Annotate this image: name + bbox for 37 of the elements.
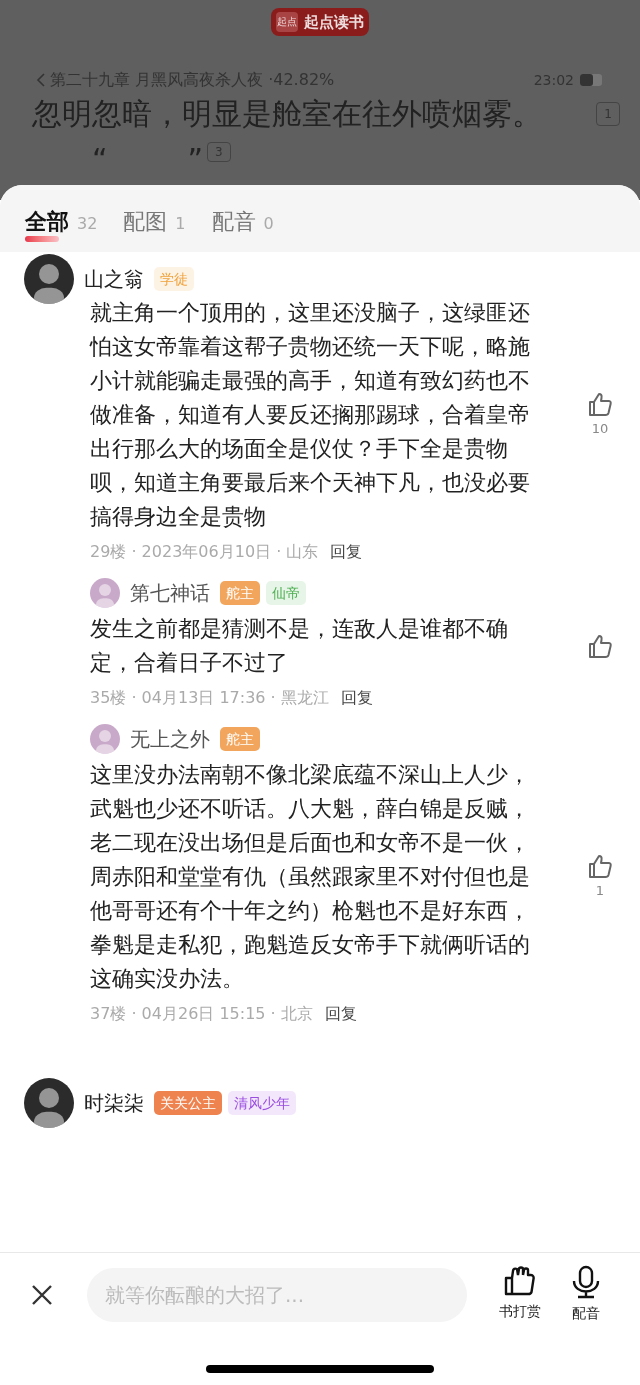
logo-text: 起点读书: [304, 11, 364, 33]
reply-link[interactable]: 回复: [330, 540, 363, 564]
comment-text: 发生之前都是猜测不是，连敌人是谁都不确定，合着日子不过了: [90, 615, 509, 677]
quote-mark: “: [92, 142, 108, 168]
reply-link[interactable]: 回复: [324, 1002, 357, 1026]
comment-tab[interactable]: 配音 0: [211, 205, 274, 252]
user-badge: 舵主: [220, 581, 260, 605]
user-name[interactable]: 无上之外: [130, 724, 210, 754]
user-name[interactable]: 时柒柒: [84, 1088, 144, 1118]
logo-mark: 起点: [276, 12, 298, 32]
comment-meta: 29楼 · 2023年06月10日 · 山东: [90, 541, 319, 563]
toolbar-action[interactable]: 配音: [571, 1265, 601, 1324]
comment-meta: 37楼 · 04月26日 15:15 · 北京: [90, 1003, 313, 1025]
comment-text: 这里没办法南朝不像北梁底蕴不深山上人少，武魁也少还不听话。八大魁，薛白锦是反贼，老二现在没出场但是后面也和女帝不是一伙，周赤阳和堂堂有仇（虽然跟家里不对付但也是他哥哥还有个十年之约）枪魁也不是好东西，拳魁是走私犯，跑魁造反女帝手下就俩听话的这确实没办法。: [90, 761, 531, 993]
user-badge: 舵主: [220, 727, 260, 751]
user-badge: 学徒: [154, 267, 194, 291]
comment-tab[interactable]: 全部 32: [25, 205, 98, 252]
user-badge: 仙帝: [266, 581, 306, 605]
user-badge: 清风少年: [228, 1091, 296, 1115]
toolbar-action[interactable]: 书打赏: [499, 1265, 541, 1324]
reply-link[interactable]: 回复: [340, 686, 373, 710]
avatar[interactable]: [24, 254, 74, 304]
book-text-line: 忽明忽暗，明显是舱室在往外喷烟雾。: [32, 96, 542, 132]
comment-text: 就主角一个顶用的，这里还没脑子，这绿匪还怕这女帝靠着这帮子贵物还统一天下呢，略施小计就能骗走最强的高手，知道有致幻药也不做准备，知道有人要反还搁那踢球，合着皇帝出行那么大的场面全是仪仗？手下全是贵物呗，知道主角要最后来个天神下凡，也没必要搞得身边全是贵物: [90, 299, 531, 531]
like-count: 1: [595, 882, 605, 901]
comment-meta: 35楼 · 04月13日 17:36 · 黑龙江: [90, 687, 329, 709]
comment-tab[interactable]: 配图 1: [123, 205, 186, 252]
user-name[interactable]: 山之翁: [84, 264, 144, 294]
comment-input-field[interactable]: 就等你酝酿的大招了...: [87, 1267, 467, 1322]
avatar[interactable]: [24, 1078, 74, 1128]
like-count: 10: [591, 420, 609, 439]
user-badge: 关关公主: [154, 1091, 222, 1115]
microphone-icon: [571, 1265, 601, 1299]
quote-mark: ”: [187, 142, 204, 168]
battery-icon: [580, 74, 604, 86]
close-icon[interactable]: [30, 1282, 54, 1307]
user-name[interactable]: 第七神话: [130, 578, 210, 608]
